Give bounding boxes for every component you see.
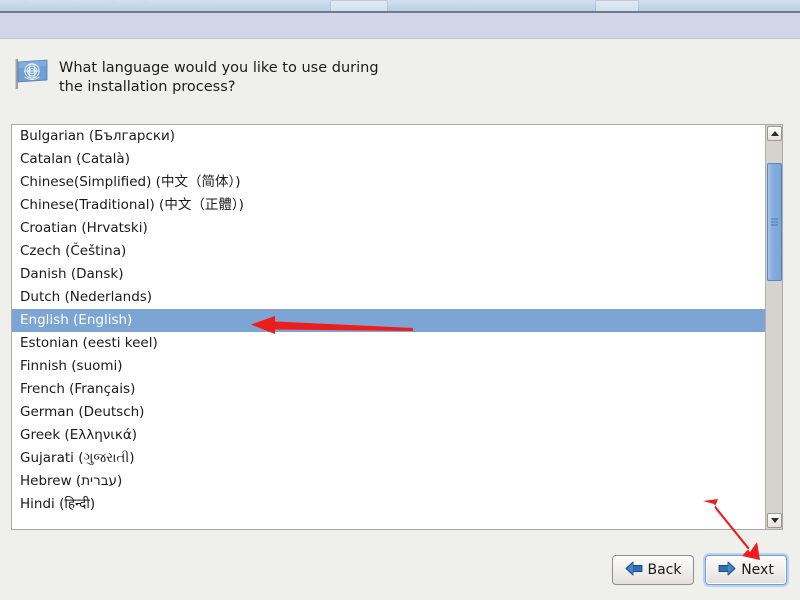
next-button[interactable]: Next xyxy=(705,555,787,585)
back-button-label: Back xyxy=(647,562,682,578)
ghost-toolbar-icon xyxy=(104,0,115,11)
un-flag-icon xyxy=(11,53,51,93)
scroll-down-arrow-glyph xyxy=(770,518,779,523)
list-item[interactable]: Finnish (suomi) xyxy=(12,355,765,378)
ghost-toolbar-icon xyxy=(456,0,467,11)
list-item[interactable]: Bulgarian (Български) xyxy=(12,125,765,148)
ghost-toolbar-field xyxy=(330,0,388,11)
list-item[interactable]: Danish (Dansk) xyxy=(12,263,765,286)
dialog-button-row: Back Next xyxy=(612,555,787,585)
list-item[interactable]: German (Deutsch) xyxy=(12,401,765,424)
scrollbar-grip-icon xyxy=(771,217,778,228)
arrow-right-icon xyxy=(718,561,736,580)
back-button[interactable]: Back xyxy=(612,555,694,585)
page-title: What language would you like to use duri… xyxy=(59,60,379,95)
ghost-toolbar-icon xyxy=(136,0,147,11)
language-list[interactable]: Bulgarian (Български) Catalan (Català) C… xyxy=(12,125,765,529)
scroll-up-icon[interactable] xyxy=(767,126,782,141)
list-item[interactable]: Estonian (eesti keel) xyxy=(12,332,765,355)
scroll-up-arrow-glyph xyxy=(770,131,779,136)
list-item[interactable]: Croatian (Hrvatski) xyxy=(12,217,765,240)
ghost-toolbar-icon xyxy=(18,0,29,11)
list-item[interactable]: Hebrew (עברית) xyxy=(12,470,765,493)
scrollbar-thumb[interactable] xyxy=(767,163,782,281)
dialog-content: What language would you like to use duri… xyxy=(0,39,800,600)
scroll-down-icon[interactable] xyxy=(767,513,782,528)
list-item[interactable]: Dutch (Nederlands) xyxy=(12,286,765,309)
list-item[interactable]: Chinese(Simplified) (中文（简体）) xyxy=(12,171,765,194)
vertical-scrollbar[interactable] xyxy=(765,125,782,529)
list-item[interactable]: French (Français) xyxy=(12,378,765,401)
cutoff-toolbar-strip xyxy=(0,0,800,11)
arrow-left-icon xyxy=(625,561,643,580)
next-button-label: Next xyxy=(741,562,774,578)
ghost-toolbar-icon xyxy=(62,0,73,11)
dialog-title-band xyxy=(0,13,800,39)
list-item[interactable]: Gujarati (ગુજરાતી) xyxy=(12,447,765,470)
ghost-toolbar-icon xyxy=(206,0,217,11)
list-item[interactable]: Chinese(Traditional) (中文（正體）) xyxy=(12,194,765,217)
language-listbox[interactable]: Bulgarian (Български) Catalan (Català) C… xyxy=(11,124,783,530)
list-item[interactable]: Greek (Ελληνικά) xyxy=(12,424,765,447)
list-item[interactable]: Hindi (हिन्दी) xyxy=(12,493,765,516)
ghost-toolbar-field xyxy=(595,0,639,11)
list-item[interactable]: Czech (Čeština) xyxy=(12,240,765,263)
prompt-area: What language would you like to use duri… xyxy=(11,53,781,97)
list-item[interactable]: Catalan (Català) xyxy=(12,148,765,171)
list-item-selected[interactable]: English (English) xyxy=(12,309,765,332)
